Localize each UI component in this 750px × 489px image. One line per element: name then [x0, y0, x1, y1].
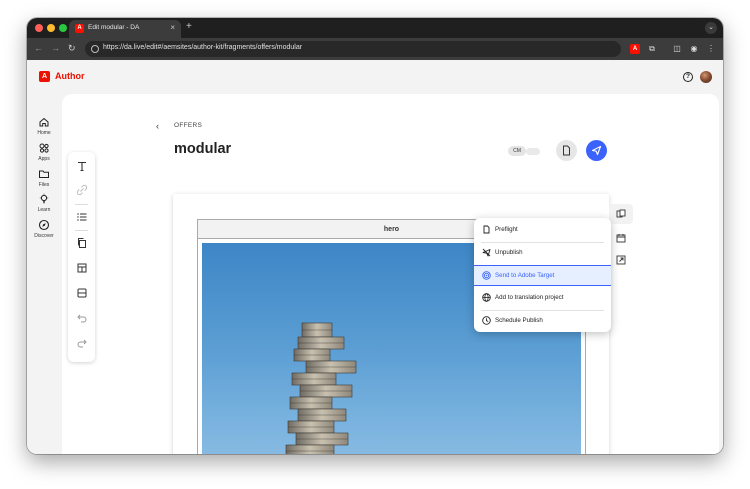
breadcrumb[interactable]: OFFERS: [174, 122, 202, 129]
help-icon[interactable]: ?: [683, 72, 693, 82]
adobe-favicon-icon: A: [75, 24, 84, 33]
rail-label-files: Files: [38, 182, 50, 188]
copy-icon: [77, 238, 86, 248]
publish-button[interactable]: [586, 140, 607, 161]
list-icon: [76, 213, 86, 221]
unpublish-icon: [482, 248, 491, 257]
insert-section-button[interactable]: [68, 285, 95, 301]
menu-item-label: Add to translation project: [495, 294, 564, 301]
menu-item-translation[interactable]: Add to translation project: [474, 288, 611, 309]
rail-item-apps[interactable]: Apps: [27, 142, 61, 162]
cloud-icon: [526, 148, 540, 155]
browser-toolbar: ← → ↻ https://da.live/edit#/aemsites/aut…: [27, 38, 723, 60]
menu-item-send-to-target[interactable]: Send to Adobe Target: [474, 265, 611, 286]
forward-icon[interactable]: →: [51, 43, 60, 53]
rail-item-home[interactable]: Home: [27, 116, 61, 136]
redo-icon: [77, 339, 87, 348]
list-button[interactable]: [68, 209, 95, 225]
browser-tab[interactable]: A Edit modular - DA ×: [69, 20, 181, 38]
document-icon: [563, 145, 570, 156]
format-toolbar: [68, 152, 95, 362]
folder-icon: [39, 170, 49, 178]
tab-title: Edit modular - DA: [88, 24, 140, 31]
page-title: modular: [174, 141, 232, 157]
document-icon: [483, 225, 490, 234]
calendar-button[interactable]: [609, 228, 633, 248]
site-info-icon[interactable]: [91, 45, 99, 53]
globe-icon: [482, 293, 491, 302]
send-icon: [591, 145, 602, 156]
close-window-button[interactable]: [35, 24, 43, 32]
profile-icon[interactable]: ◉: [689, 44, 699, 54]
lightbulb-icon: [39, 193, 49, 204]
menu-item-unpublish[interactable]: Unpublish: [474, 243, 611, 264]
toolbar-divider: [75, 204, 88, 205]
main-content: ‹ OFFERS modular CM hero Preflight Unpub…: [62, 94, 719, 454]
copy-block-button[interactable]: [68, 235, 95, 251]
publish-menu: Preflight Unpublish Send to Adobe Target…: [474, 218, 611, 332]
section-icon: [77, 288, 86, 298]
menu-item-label: Schedule Publish: [495, 317, 543, 324]
back-chevron-icon[interactable]: ‹: [156, 121, 159, 131]
address-url[interactable]: https://da.live/edit#/aemsites/author-ki…: [103, 44, 302, 51]
open-in-icon: [616, 255, 626, 265]
menu-item-schedule-publish[interactable]: Schedule Publish: [474, 311, 611, 332]
rail-item-files[interactable]: Files: [27, 168, 61, 188]
reload-icon[interactable]: ↻: [68, 43, 76, 54]
undo-button[interactable]: [68, 310, 95, 326]
back-icon[interactable]: ←: [34, 43, 43, 53]
insert-table-button[interactable]: [68, 260, 95, 276]
avatar[interactable]: [700, 71, 712, 83]
table-icon: [77, 263, 86, 273]
rail-label-apps: Apps: [38, 156, 50, 162]
compass-icon: [38, 219, 50, 231]
clock-icon: [482, 316, 491, 325]
address-bar[interactable]: https://da.live/edit#/aemsites/author-ki…: [85, 41, 621, 57]
rail-item-learn[interactable]: Learn: [27, 193, 61, 213]
adobe-extension-icon[interactable]: A: [630, 44, 640, 54]
cm-toggle[interactable]: CM: [508, 146, 543, 156]
target-icon: [482, 271, 491, 280]
app-name[interactable]: Author: [55, 71, 85, 81]
minimize-window-button[interactable]: [47, 24, 55, 32]
redo-button[interactable]: [68, 335, 95, 351]
menu-item-preflight[interactable]: Preflight: [474, 220, 611, 241]
tab-strip: A Edit modular - DA × + ⌄: [27, 18, 723, 38]
text-icon: [77, 161, 86, 172]
new-tab-button[interactable]: +: [186, 21, 192, 32]
open-external-button[interactable]: [609, 250, 633, 270]
menu-item-label: Unpublish: [495, 249, 523, 256]
text-style-button[interactable]: [68, 158, 95, 174]
app-page: A Author ? Home Apps Files Learn Discove…: [27, 60, 723, 454]
toolbar-divider: [75, 230, 88, 231]
link-button[interactable]: [68, 182, 95, 198]
tab-close-icon[interactable]: ×: [170, 23, 175, 32]
rail-item-discover[interactable]: Discover: [27, 219, 61, 239]
browser-window: A Edit modular - DA × + ⌄ ← → ↻ https://…: [27, 18, 723, 454]
sidepanel-icon[interactable]: ◫: [672, 44, 682, 54]
menu-item-label: Preflight: [495, 226, 518, 233]
rail-label-home: Home: [37, 130, 51, 136]
tab-search-button[interactable]: ⌄: [705, 22, 717, 34]
extensions-icon[interactable]: ⧉: [647, 44, 657, 54]
preview-button[interactable]: [556, 140, 577, 161]
undo-icon: [76, 314, 86, 323]
link-icon: [76, 184, 87, 196]
pages-icon: [616, 209, 626, 218]
rail-label-discover: Discover: [34, 233, 54, 239]
home-icon: [39, 117, 49, 127]
cm-label: CM: [508, 146, 526, 156]
maximize-window-button[interactable]: [59, 24, 67, 32]
browser-menu-icon[interactable]: ⋮: [706, 44, 716, 54]
versions-button[interactable]: [609, 204, 633, 224]
calendar-icon: [616, 234, 626, 243]
adobe-logo-icon: A: [39, 71, 50, 82]
rail-label-learn: Learn: [37, 207, 51, 213]
apps-icon: [39, 143, 49, 153]
menu-item-label: Send to Adobe Target: [495, 272, 555, 279]
